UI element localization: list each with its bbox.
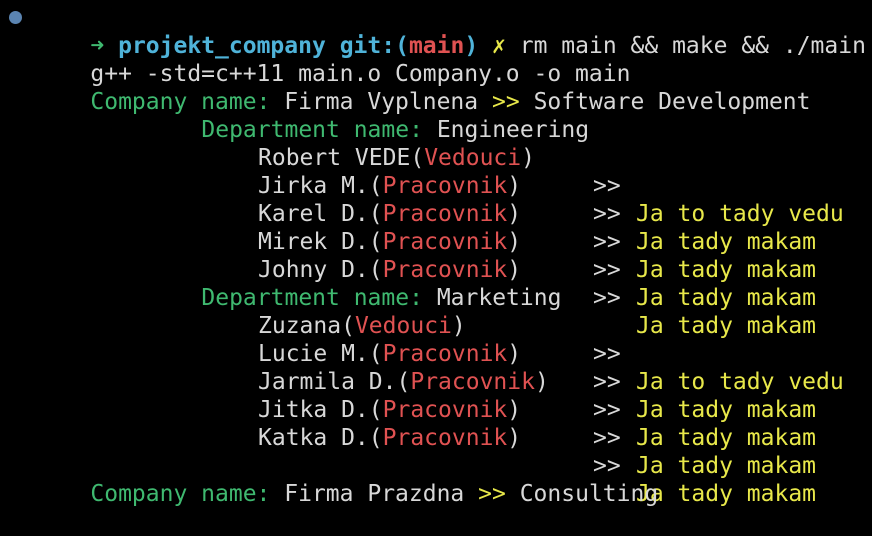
prompt-line: ➜ projekt_company git:(main) ✗ rm main &… xyxy=(35,4,866,59)
employee-row: Katka D.(Pracovnik) >> Ja tady makam xyxy=(258,425,817,507)
company-separator: >> xyxy=(478,481,506,507)
compile-output-line: g++ -std=c++11 main.o Company.o -o main xyxy=(35,32,630,87)
company-label: Company name: xyxy=(90,481,271,507)
department-line: Department name: Marketing xyxy=(146,256,561,311)
employee-separator: >> xyxy=(593,257,621,283)
employee-message: Ja tady makam xyxy=(636,481,817,507)
department-line: Department name: Engineering xyxy=(146,88,589,143)
employee-row: Karel D.(Pracovnik) >> Ja tady makam xyxy=(258,201,817,283)
employee-message: Ja tady makam xyxy=(636,453,817,479)
employee-message: Ja tady makam xyxy=(636,425,817,451)
company-line: Company name: Firma Vyplnena >> Software… xyxy=(35,60,810,115)
employee-name: Katka D. xyxy=(258,425,369,451)
employee-role: Pracovnik xyxy=(382,425,508,451)
employee-row: Robert VEDE(Vedouci) >> Ja to tady vedu xyxy=(258,145,844,227)
employee-row: Jarmila D.(Pracovnik) >> Ja tady makam xyxy=(258,369,817,451)
employee-row: Johny D.(Pracovnik) >> Ja tady makam xyxy=(258,257,817,339)
employee-row: Lucie M.(Pracovnik) >> Ja tady makam xyxy=(258,341,817,423)
prompt-status-dot xyxy=(9,11,22,24)
company-line: Company name: Firma Prazdna >> Consultin… xyxy=(35,452,658,507)
company-name: Firma Prazdna xyxy=(284,481,465,507)
employee-message: Ja tady makam xyxy=(636,257,817,283)
employee-row: Zuzana(Vedouci) >> Ja to tady vedu xyxy=(258,313,844,395)
company-field: Consulting xyxy=(519,481,659,507)
employee-separator: >> xyxy=(593,425,621,451)
employee-row: Jitka D.(Pracovnik) >> Ja tady makam xyxy=(258,397,817,479)
employee-row: Mirek D.(Pracovnik) >> Ja tady makam xyxy=(258,229,817,311)
employee-row: Jirka M.(Pracovnik) >> Ja tady makam xyxy=(258,173,817,255)
